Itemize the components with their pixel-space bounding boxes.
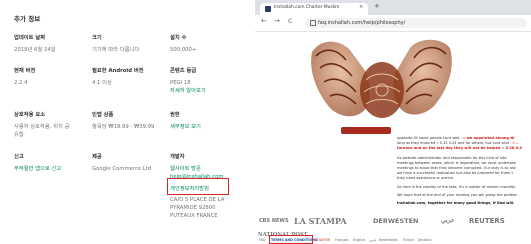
version-label: 현재 버전 [14, 68, 36, 74]
footer-link[interactable]: Türkçe [403, 238, 414, 242]
footer-link[interactable]: Deutsch [418, 238, 432, 242]
offered-label: 제공 [92, 154, 102, 160]
stampa-logo: LA STAMPA [294, 216, 347, 226]
size-cell: 크기 기기에 따라 다릅니다 [92, 34, 139, 54]
url-text: faq.inshallah.com/help/philosophy/ [318, 19, 406, 26]
interactive-label: 상호작용 요소 [14, 112, 46, 118]
tab-bar: Inshallah.com Charter Muslim × + [255, 0, 531, 15]
developer-website-link[interactable]: 웹사이트 방문 [170, 165, 224, 173]
address-line: CA/O 5 PLACE DE LA [170, 196, 225, 203]
page-signature: Inshallah.com, together for many good th… [397, 201, 515, 205]
footer-link[interactable]: CHARTER [315, 238, 330, 242]
browser-toolbar: ← → C faq.inshallah.com/help/philosophy/ [255, 15, 531, 32]
rating-cell: 콘텐츠 등급 PEGI 18 자세히 알아보기 [170, 67, 206, 96]
report-app-link[interactable]: 부적절한 앱으로 신고 [14, 165, 61, 173]
android-cell: 필요한 Android 버전 4.1 이상 [92, 67, 144, 87]
henna-image-caption-bar [341, 127, 391, 134]
address-line: PUTEAUX FRANCE [170, 213, 218, 220]
updated-label: 업데이트 날짜 [14, 35, 46, 41]
iap-value: 항목당 ₩19.99 - ₩39.99 [92, 124, 155, 131]
privacy-highlight-box [167, 178, 229, 195]
footer-link[interactable]: Français [335, 238, 349, 242]
page-line: As website administrator and responsible… [397, 156, 508, 160]
page-line: meetings to avoid that they become corru… [397, 166, 516, 170]
reuters-logo: REUTERS [469, 217, 505, 225]
back-icon[interactable]: ← [261, 17, 267, 25]
tab-title: Inshallah.com Charter Muslim [274, 5, 340, 10]
app-info-panel: 추가 정보 업데이트 날짜 2019년 6월 24일 크기 기기에 따라 다릅니… [0, 0, 255, 244]
derwesten-logo: DERWESTEN [373, 217, 419, 225]
offered-cell: 제공 Google Commerce Ltd [92, 153, 151, 173]
address-bar[interactable]: faq.inshallah.com/help/philosophy/ [305, 18, 527, 28]
terms-highlight-box [269, 235, 313, 244]
size-value: 기기에 따라 다릅니다 [92, 47, 140, 54]
offered-value: Google Commerce Ltd [92, 166, 152, 173]
permissions-label: 권한 [170, 112, 180, 118]
interactive-line: 유함 [14, 132, 24, 139]
reload-icon[interactable]: C [288, 18, 292, 25]
developer-label: 개발자 [170, 154, 185, 160]
report-label: 신고 [14, 154, 24, 160]
installs-label: 설치 수 [170, 35, 187, 41]
site-favicon-icon [265, 6, 271, 12]
page-line: long as they endured » S.32 V.24 and for… [397, 141, 519, 145]
updated-value: 2019년 6월 24일 [14, 47, 56, 54]
cbs-logo: CBS NEWS [259, 218, 289, 224]
page-line: meetings between sexes, which is imperat… [397, 161, 517, 165]
footer-link[interactable]: Nederlands [379, 238, 398, 242]
report-cell: 신고 부적절한 앱으로 신고 [14, 153, 61, 173]
installs-cell: 설치 수 500,000+ [170, 34, 196, 54]
iap-cell: 인앱 상품 항목당 ₩19.99 - ₩39.99 [92, 111, 154, 131]
version-value: 2.2.4 [14, 80, 28, 87]
page-line: We hope that at the end of your reading … [397, 193, 517, 197]
interactive-cell: 상호작용 요소 사용자 상호작용, 위치 공 유함 [14, 111, 69, 140]
page-line: So here is the nobility of the task, it'… [397, 185, 516, 189]
arabic-press-logo: عربي [441, 217, 455, 224]
browser-tab[interactable]: Inshallah.com Charter Muslim × [260, 3, 368, 15]
permissions-details-link[interactable]: 세부정보 보기 [170, 123, 201, 131]
permissions-cell: 권한 세부정보 보기 [170, 111, 201, 131]
rating-label: 콘텐츠 등급 [170, 68, 197, 74]
rating-learn-more-link[interactable]: 자세히 알아보기 [170, 87, 206, 95]
forward-icon[interactable]: → [274, 17, 280, 25]
android-value: 4.1 이상 [92, 80, 112, 87]
new-tab-icon[interactable]: + [374, 2, 380, 10]
version-cell: 현재 버전 2.2.4 [14, 67, 35, 87]
lock-icon [310, 20, 316, 26]
address-line: PYRAMIDE 92800 [170, 205, 216, 212]
henna-hands-image [300, 32, 465, 135]
android-label: 필요한 Android 버전 [92, 68, 144, 74]
footer-link[interactable]: FAQ [259, 238, 265, 242]
developer-address: CA/O 5 PLACE DE LA PYRAMIDE 92800 PUTEAU… [170, 196, 224, 221]
iap-label: 인앱 상품 [92, 112, 114, 118]
browser-window: Inshallah.com Charter Muslim × + ← → C f… [255, 0, 531, 244]
interactive-line: 사용자 상호작용, 위치 공 [14, 124, 70, 131]
tab-close-icon[interactable]: × [359, 4, 363, 10]
updated-cell: 업데이트 날짜 2019년 6월 24일 [14, 34, 56, 54]
page-line: they need assistance or advice. [397, 176, 455, 180]
page-line: furnace and on the last day they will no… [397, 146, 522, 150]
section-title: 추가 정보 [14, 15, 41, 23]
page-line: we have a successful realization but als… [397, 171, 513, 175]
footer-link[interactable]: عربي [369, 238, 376, 242]
page-line: opposite.Of some people Lord said : « we… [397, 136, 515, 140]
installs-value: 500,000+ [170, 47, 197, 54]
rating-value: PEGI 18 [170, 80, 191, 87]
web-page: opposite.Of some people Lord said : « we… [255, 32, 531, 244]
interactive-value: 사용자 상호작용, 위치 공 유함 [14, 123, 69, 139]
size-label: 크기 [92, 35, 102, 41]
footer-link[interactable]: English [353, 238, 365, 242]
